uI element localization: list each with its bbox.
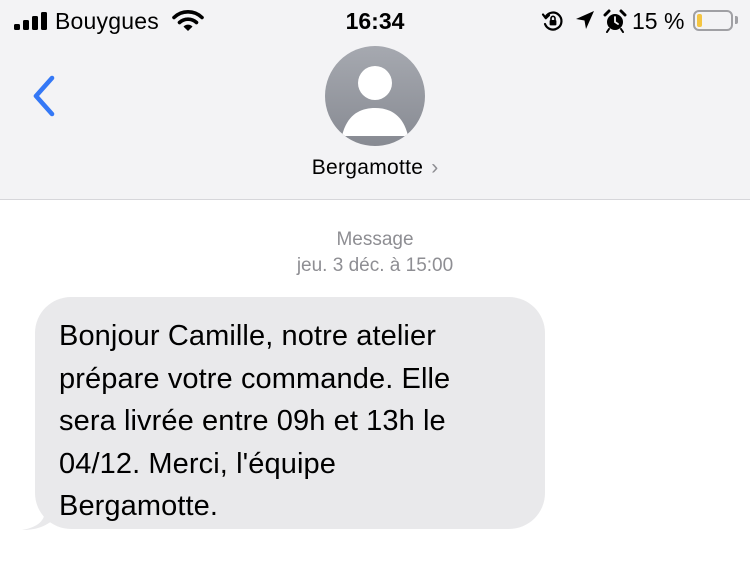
status-bar: Bouygues 16:34 15 % (0, 0, 750, 40)
contact-avatar[interactable] (325, 46, 425, 146)
contact-title[interactable]: Bergamotte › (0, 156, 750, 180)
contact-name: Bergamotte (311, 156, 424, 179)
message-line: sera livrée entre 09h et 13h le (59, 405, 446, 437)
navigation-header: Bouygues 16:34 15 % Bergamotte › (0, 0, 750, 200)
battery-percent: 15 % (632, 8, 685, 34)
service-label: Message (336, 229, 414, 250)
message-line: Bonjour Camille, notre atelier (59, 320, 436, 352)
message-timestamp: jeu. 3 déc. à 15:00 (296, 255, 454, 276)
location-arrow-icon (576, 11, 594, 29)
person-silhouette-icon (342, 66, 408, 136)
battery-level-fill (697, 14, 702, 27)
alarm-icon (603, 9, 627, 33)
chevron-right-icon: › (431, 156, 439, 179)
message-line: prépare votre commande. Elle (59, 362, 451, 395)
chevron-left-icon[interactable] (28, 72, 62, 120)
orientation-lock-icon (541, 11, 563, 31)
battery-terminal (735, 16, 738, 24)
message-line: Bergamotte. (59, 490, 219, 522)
message-bubble[interactable]: Bonjour Camille, notre atelier prépare v… (35, 297, 545, 529)
message-line: 04/12. Merci, l'équipe (59, 447, 336, 480)
messages-screen: Bouygues 16:34 15 % Bergamotte › Message… (0, 0, 750, 582)
battery-icon (693, 10, 733, 31)
